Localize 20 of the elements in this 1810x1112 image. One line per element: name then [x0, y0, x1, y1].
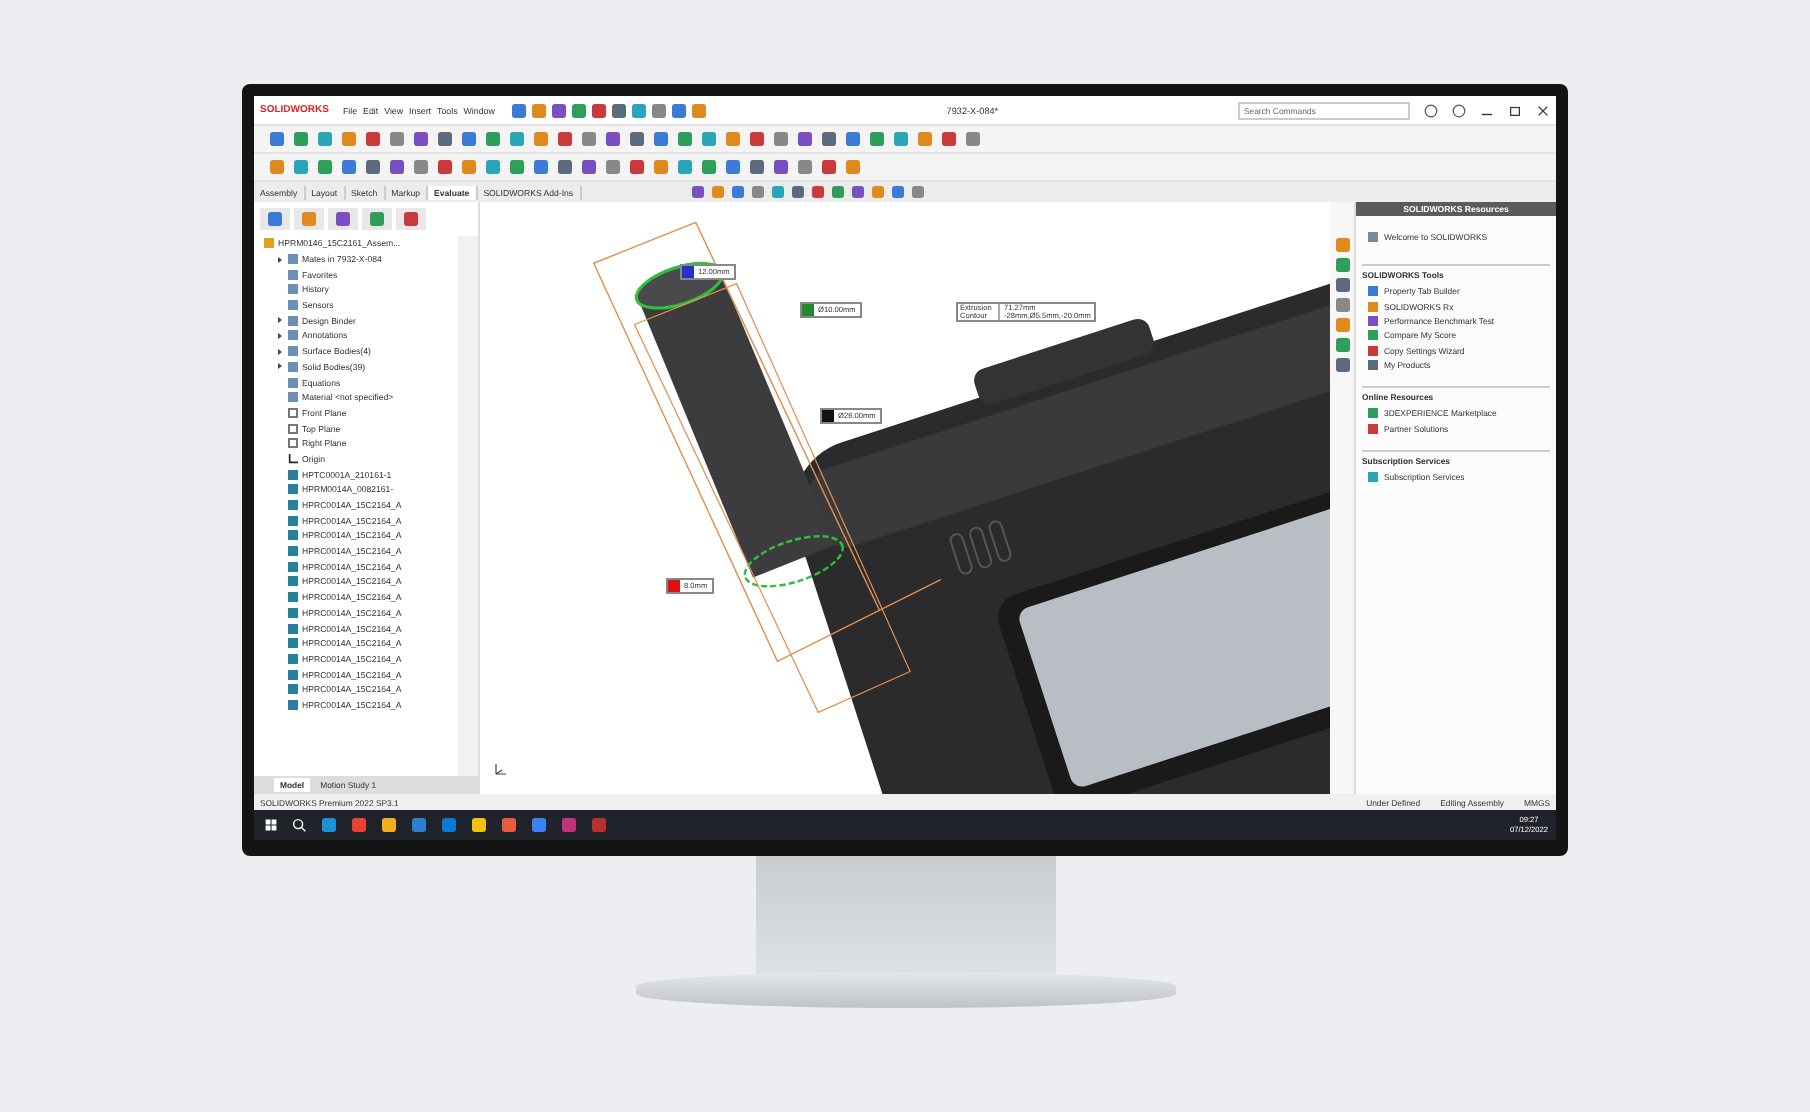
- search-icon[interactable]: [290, 816, 308, 834]
- panel-tab-icon[interactable]: [396, 208, 426, 230]
- panel-tab-icon[interactable]: [328, 208, 358, 230]
- close-icon[interactable]: [1535, 103, 1550, 117]
- expand-arrow-icon[interactable]: [276, 255, 284, 264]
- axis-triad-icon: [492, 758, 512, 778]
- expand-arrow-icon[interactable]: [276, 331, 284, 340]
- expand-arrow-icon[interactable]: [276, 362, 284, 371]
- start-icon[interactable]: [262, 816, 280, 834]
- panel-tab-icon[interactable]: [260, 208, 290, 230]
- user-icon[interactable]: [1423, 103, 1438, 117]
- expand-arrow-icon[interactable]: [276, 316, 284, 325]
- help-icon[interactable]: [1451, 103, 1466, 117]
- expand-arrow-icon[interactable]: [276, 347, 284, 356]
- panel-tab-icon[interactable]: [294, 208, 324, 230]
- resource-icon: [1368, 472, 1378, 483]
- restore-icon[interactable]: [1507, 103, 1522, 117]
- panel-tab-icon[interactable]: [362, 208, 392, 230]
- assembly-icon: [264, 238, 274, 249]
- origin-icon: [288, 453, 298, 464]
